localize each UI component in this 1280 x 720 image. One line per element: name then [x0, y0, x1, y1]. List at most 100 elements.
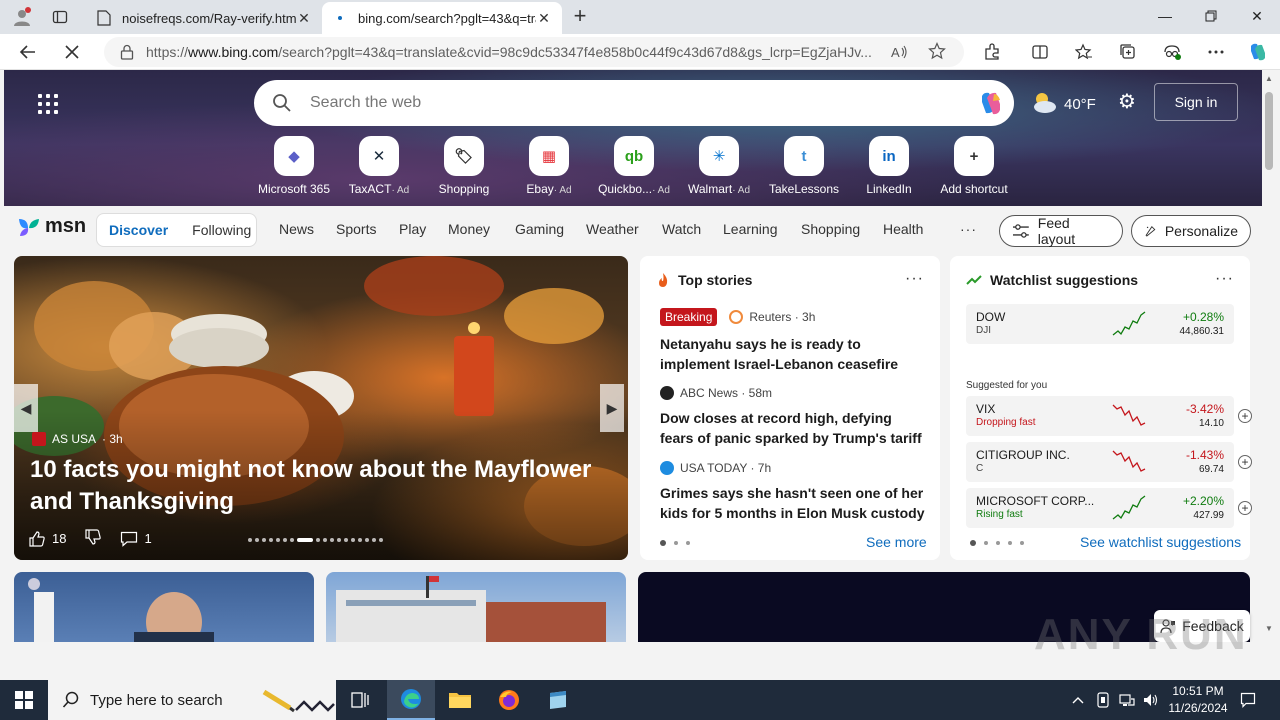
scroll-up-icon[interactable]: ▲: [1262, 74, 1276, 83]
like-button[interactable]: 18: [28, 530, 66, 548]
shortcut-linkedin[interactable]: in LinkedIn: [849, 136, 929, 196]
personalize-button[interactable]: Personalize: [1131, 215, 1251, 247]
minimize-button[interactable]: —: [1142, 0, 1188, 32]
volume-icon[interactable]: [1140, 680, 1162, 720]
address-bar[interactable]: https://www.bing.com/search?pglt=43&q=tr…: [104, 37, 964, 67]
shortcut-shopping-tag[interactable]: 🏷 Shopping: [424, 136, 504, 196]
story-item[interactable]: USA TODAY · 7h Grimes says she hasn't se…: [660, 461, 926, 523]
top-stories-more-icon[interactable]: ···: [905, 270, 924, 288]
carousel-prev-icon[interactable]: ◀: [14, 384, 38, 432]
ticker-row[interactable]: DOW DJI +0.28% 44,860.31: [966, 304, 1234, 344]
nav-learning[interactable]: Learning: [723, 221, 778, 237]
extensions-icon[interactable]: [978, 38, 1006, 66]
more-options-icon[interactable]: [1202, 38, 1230, 66]
discover-tab[interactable]: Discover: [97, 222, 180, 238]
read-aloud-icon[interactable]: A: [890, 43, 908, 66]
nav-play[interactable]: Play: [399, 221, 426, 237]
tab-actions-icon[interactable]: [46, 4, 74, 30]
add-to-watchlist-icon[interactable]: +: [1238, 409, 1252, 423]
hero-story-carousel[interactable]: ◀ ▶ AS USA · 3h 10 facts you might not k…: [14, 256, 628, 560]
shortcut-plus[interactable]: + Add shortcut: [934, 136, 1014, 196]
story-headline[interactable]: Dow closes at record high, defying fears…: [660, 408, 926, 448]
nav-more-icon[interactable]: ···: [960, 221, 977, 237]
search-icon[interactable]: [272, 93, 292, 113]
favorite-star-icon[interactable]: [928, 42, 946, 65]
web-search-box[interactable]: [254, 80, 1014, 126]
watchlist-more-icon[interactable]: ···: [1215, 270, 1234, 288]
collections-icon[interactable]: [1114, 38, 1142, 66]
network-icon[interactable]: [1116, 680, 1138, 720]
search-input[interactable]: [310, 94, 950, 112]
carousel-dots[interactable]: [248, 538, 383, 542]
lock-icon[interactable]: [118, 44, 136, 60]
ticker-row[interactable]: MICROSOFT CORP... Rising fast +2.20% 427.99…: [966, 488, 1252, 528]
nav-watch[interactable]: Watch: [662, 221, 701, 237]
sign-in-button[interactable]: Sign in: [1154, 83, 1238, 121]
add-to-watchlist-icon[interactable]: +: [1238, 501, 1252, 515]
story-thumbnail[interactable]: [326, 572, 626, 642]
stories-pager[interactable]: [660, 540, 690, 546]
copilot-search-icon[interactable]: [976, 88, 1006, 123]
copilot-icon[interactable]: [1244, 38, 1272, 66]
shortcut-taxact[interactable]: ✕ TaxACT· Ad: [339, 136, 419, 196]
shortcut-takelessons[interactable]: t TakeLessons: [764, 136, 844, 196]
ticker-row[interactable]: VIX Dropping fast -3.42% 14.10 +: [966, 396, 1252, 436]
favorites-icon[interactable]: [1070, 38, 1098, 66]
story-headline[interactable]: 10 facts you might not know about the Ma…: [30, 454, 600, 518]
dislike-button[interactable]: [84, 528, 102, 549]
close-tab-icon[interactable]: ✕: [296, 10, 312, 27]
feed-layout-button[interactable]: Feed layout: [999, 215, 1123, 247]
nav-shopping[interactable]: Shopping: [801, 221, 860, 237]
settings-gear-icon[interactable]: ⚙: [1116, 91, 1138, 113]
back-button[interactable]: [14, 38, 42, 66]
story-item[interactable]: Breaking Reuters · 3h Netanyahu says he …: [660, 308, 926, 374]
stop-loading-button[interactable]: [58, 38, 86, 66]
tray-overflow-icon[interactable]: [1068, 680, 1088, 720]
close-tab-icon[interactable]: ✕: [536, 10, 552, 27]
nav-money[interactable]: Money: [448, 221, 490, 237]
nav-weather[interactable]: Weather: [586, 221, 639, 237]
close-window-button[interactable]: ✕: [1234, 0, 1280, 32]
browser-essentials-icon[interactable]: [1158, 38, 1186, 66]
story-headline[interactable]: Grimes says she hasn't seen one of her k…: [660, 483, 926, 523]
msn-logo[interactable]: msn: [16, 215, 86, 238]
split-screen-icon[interactable]: [1026, 38, 1054, 66]
tab-noisefreqs[interactable]: noisefreqs.com/Ray-verify.html ✕: [86, 2, 322, 34]
scroll-down-icon[interactable]: ▼: [1262, 624, 1276, 633]
carousel-next-icon[interactable]: ▶: [600, 384, 624, 432]
story-thumbnail[interactable]: [14, 572, 314, 642]
see-more-link[interactable]: See more: [866, 534, 927, 550]
taskbar-file-explorer[interactable]: [436, 680, 484, 720]
start-button[interactable]: [0, 680, 48, 720]
taskbar-firefox[interactable]: [485, 680, 533, 720]
story-item[interactable]: ABC News · 58m Dow closes at record high…: [660, 386, 926, 448]
taskbar-clock[interactable]: 10:51 PM 11/26/2024: [1160, 683, 1236, 717]
story-headline[interactable]: Netanyahu says he is ready to implement …: [660, 334, 926, 374]
watchlist-pager[interactable]: [970, 540, 1024, 546]
scrollbar-thumb[interactable]: [1265, 92, 1273, 170]
profile-icon[interactable]: [8, 4, 36, 30]
shortcut-walmart[interactable]: ✳ Walmart· Ad: [679, 136, 759, 196]
taskbar-search[interactable]: Type here to search: [48, 680, 336, 720]
nav-health[interactable]: Health: [883, 221, 923, 237]
shortcut-ebay[interactable]: ▦ Ebay· Ad: [509, 136, 589, 196]
notifications-icon[interactable]: [1236, 680, 1260, 720]
nav-gaming[interactable]: Gaming: [515, 221, 564, 237]
tab-bing[interactable]: bing.com/search?pglt=43&q=tra ✕: [322, 2, 562, 34]
taskbar-app[interactable]: [534, 680, 582, 720]
new-tab-button[interactable]: +: [568, 5, 592, 29]
nav-sports[interactable]: Sports: [336, 221, 376, 237]
device-icon[interactable]: [1092, 680, 1114, 720]
nav-news[interactable]: News: [279, 221, 314, 237]
restore-button[interactable]: [1188, 0, 1234, 32]
following-tab[interactable]: Following: [180, 222, 263, 238]
shortcut-m365[interactable]: ◆ Microsoft 365: [254, 136, 334, 196]
task-view-button[interactable]: [336, 680, 384, 720]
see-watchlist-link[interactable]: See watchlist suggestions: [1080, 534, 1241, 550]
comments-button[interactable]: 1: [120, 531, 152, 547]
add-to-watchlist-icon[interactable]: +: [1238, 455, 1252, 469]
taskbar-edge[interactable]: [387, 680, 435, 720]
weather-widget[interactable]: 40°F: [1030, 90, 1096, 118]
page-scrollbar[interactable]: ▲ ▼: [1262, 70, 1276, 642]
apps-launcher-icon[interactable]: [38, 94, 58, 114]
